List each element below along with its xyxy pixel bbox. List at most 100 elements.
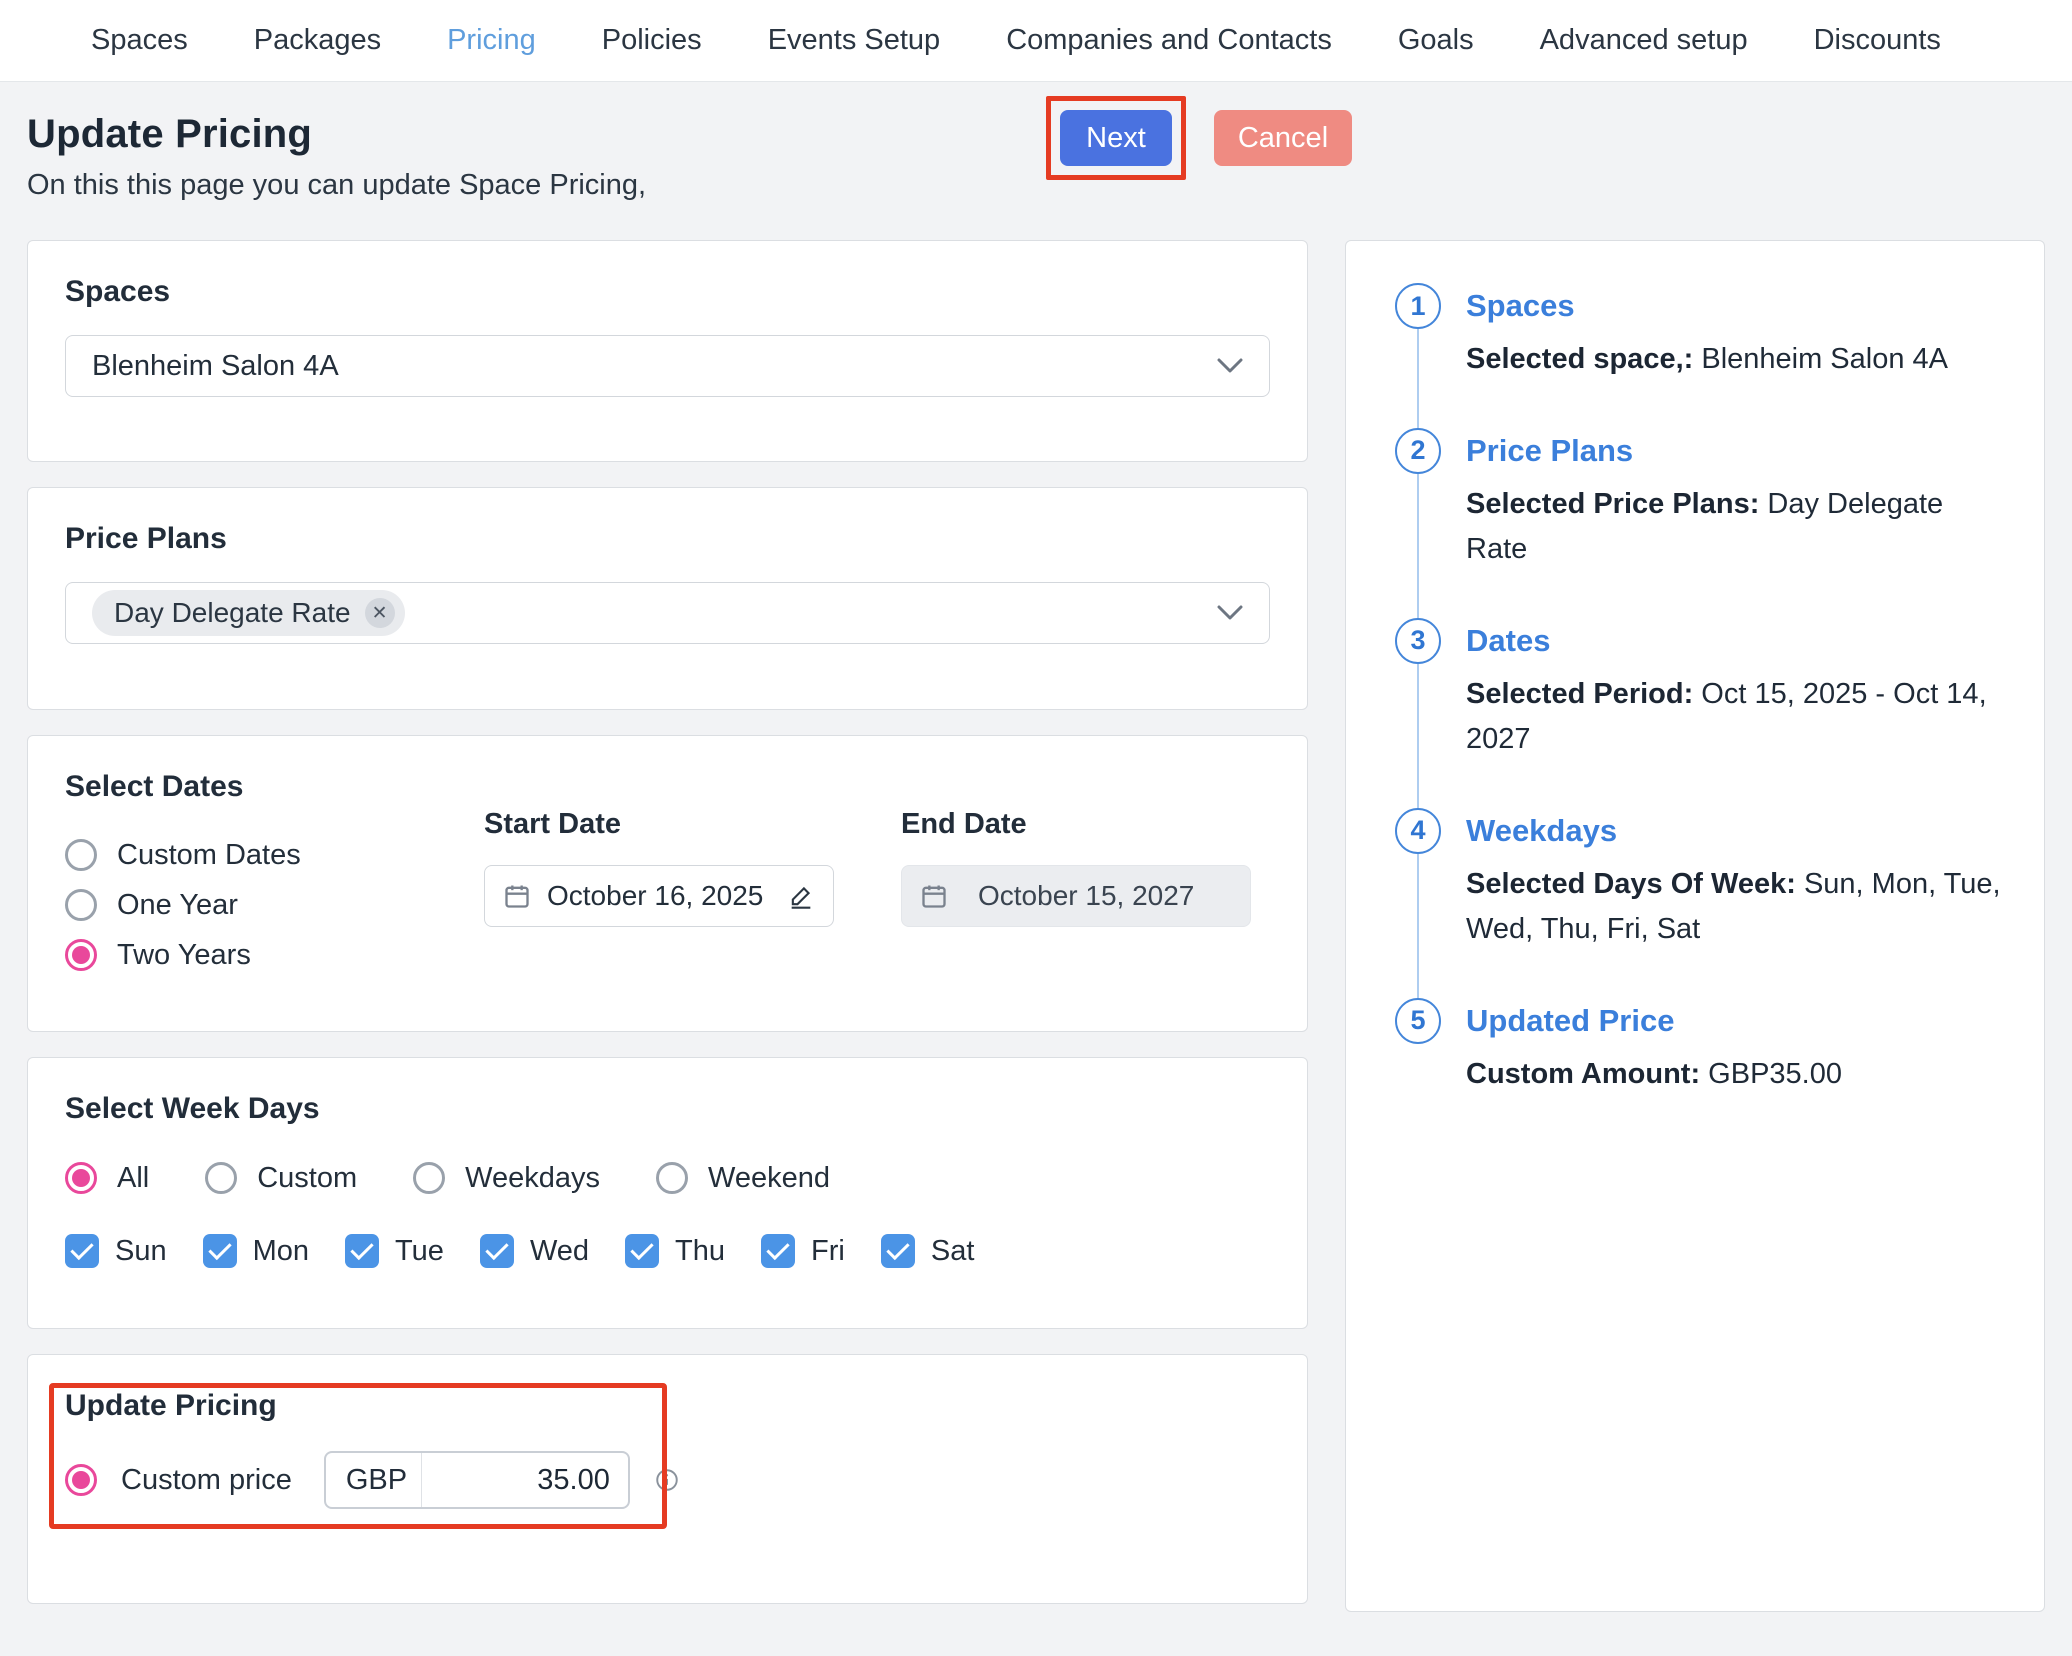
radio-custom-dates-label: Custom Dates [117, 839, 301, 872]
step-connector [1417, 664, 1419, 808]
step-title-spaces[interactable]: Spaces [1466, 283, 2010, 329]
step-connector [1417, 474, 1419, 618]
tab-companies-and-contacts[interactable]: Companies and Contacts [973, 24, 1365, 57]
price-plan-chip: Day Delegate Rate ✕ [92, 590, 405, 636]
step-text: Selected Days Of Week: Sun, Mon, Tue, We… [1466, 862, 2010, 952]
radio-two-years[interactable]: Two Years [65, 930, 1270, 980]
day-item-mon[interactable]: Mon [203, 1234, 309, 1268]
page-title: Update Pricing [27, 82, 2045, 157]
custom-price-label: Custom price [121, 1464, 292, 1497]
checkbox-sat[interactable] [881, 1234, 915, 1268]
start-date-label: Start Date [484, 808, 834, 841]
price-plans-select[interactable]: Day Delegate Rate ✕ [65, 582, 1270, 644]
checkbox-sat-label: Sat [931, 1235, 975, 1268]
price-input-group: GBP [324, 1451, 630, 1509]
step-text-value: GBP35.00 [1700, 1058, 1842, 1090]
day-item-sat[interactable]: Sat [881, 1234, 975, 1268]
info-icon[interactable] [654, 1467, 680, 1493]
start-date-block: Start Date October 16, 2025 [484, 808, 834, 927]
price-plans-card: Price Plans Day Delegate Rate ✕ [27, 487, 1308, 710]
radio-weekdays-control[interactable] [413, 1162, 445, 1194]
step-rail: 2 [1380, 428, 1456, 618]
day-item-sun[interactable]: Sun [65, 1234, 167, 1268]
custom-price-row: Custom price GBP [65, 1451, 1270, 1509]
step-number-badge: 3 [1395, 618, 1441, 664]
chevron-down-icon [1217, 605, 1243, 621]
radio-custom-control[interactable] [205, 1162, 237, 1194]
step-text-label: Selected Price Plans: [1466, 488, 1759, 520]
cancel-button[interactable]: Cancel [1214, 110, 1352, 166]
remove-chip-icon[interactable]: ✕ [365, 598, 395, 628]
summary-step-spaces: 1 Spaces Selected space,: Blenheim Salon… [1380, 283, 2010, 428]
step-title-dates[interactable]: Dates [1466, 618, 2010, 664]
select-week-days-title: Select Week Days [65, 1092, 1270, 1126]
spaces-card-title: Spaces [65, 275, 1270, 309]
checkbox-wed-label: Wed [530, 1235, 589, 1268]
end-date-label: End Date [901, 808, 1251, 841]
radio-one-year-control[interactable] [65, 889, 97, 921]
radio-two-years-label: Two Years [117, 939, 251, 972]
summary-step-weekdays: 4 Weekdays Selected Days Of Week: Sun, M… [1380, 808, 2010, 998]
radio-two-years-control[interactable] [65, 939, 97, 971]
day-item-wed[interactable]: Wed [480, 1234, 589, 1268]
day-item-fri[interactable]: Fri [761, 1234, 845, 1268]
step-title-updated-price[interactable]: Updated Price [1466, 998, 2010, 1044]
edit-icon[interactable] [787, 882, 815, 910]
step-body: Updated Price Custom Amount: GBP35.00 [1456, 998, 2010, 1097]
checkbox-thu[interactable] [625, 1234, 659, 1268]
tab-policies[interactable]: Policies [569, 24, 735, 57]
next-button[interactable]: Next [1060, 110, 1172, 166]
step-text-label: Selected Period: [1466, 678, 1693, 710]
tab-advanced-setup[interactable]: Advanced setup [1507, 24, 1781, 57]
radio-all-control[interactable] [65, 1162, 97, 1194]
step-connector [1417, 329, 1419, 428]
summary-step-price-plans: 2 Price Plans Selected Price Plans: Day … [1380, 428, 2010, 618]
day-item-tue[interactable]: Tue [345, 1234, 444, 1268]
tab-packages[interactable]: Packages [221, 24, 414, 57]
currency-label: GBP [326, 1453, 422, 1507]
tab-spaces[interactable]: Spaces [58, 24, 221, 57]
header-actions: Next Cancel [1046, 96, 1352, 180]
spaces-select[interactable]: Blenheim Salon 4A [65, 335, 1270, 397]
radio-weekend-control[interactable] [656, 1162, 688, 1194]
tab-events-setup[interactable]: Events Setup [735, 24, 974, 57]
start-date-field[interactable]: October 16, 2025 [484, 865, 834, 927]
price-plans-card-title: Price Plans [65, 522, 1270, 556]
step-text: Selected Period: Oct 15, 2025 - Oct 14, … [1466, 672, 2010, 762]
step-title-weekdays[interactable]: Weekdays [1466, 808, 2010, 854]
tab-goals[interactable]: Goals [1365, 24, 1507, 57]
radio-weekdays[interactable]: Weekdays [413, 1156, 600, 1200]
checkbox-fri-label: Fri [811, 1235, 845, 1268]
page-header: Update Pricing On this this page you can… [27, 82, 2045, 240]
step-number-badge: 5 [1395, 998, 1441, 1044]
radio-weekdays-label: Weekdays [465, 1162, 600, 1195]
radio-custom[interactable]: Custom [205, 1156, 357, 1200]
checkbox-mon[interactable] [203, 1234, 237, 1268]
step-body: Spaces Selected space,: Blenheim Salon 4… [1456, 283, 2010, 428]
custom-price-input[interactable] [422, 1463, 628, 1498]
step-rail: 3 [1380, 618, 1456, 808]
checkbox-fri[interactable] [761, 1234, 795, 1268]
checkbox-sun[interactable] [65, 1234, 99, 1268]
form-column: Spaces Blenheim Salon 4A Price Plans Day… [27, 240, 1308, 1604]
radio-custom-dates-control[interactable] [65, 839, 97, 871]
step-number-badge: 1 [1395, 283, 1441, 329]
tab-discounts[interactable]: Discounts [1781, 24, 1974, 57]
step-title-price-plans[interactable]: Price Plans [1466, 428, 2010, 474]
radio-custom-price[interactable] [65, 1464, 97, 1496]
step-text: Selected Price Plans: Day Delegate Rate [1466, 482, 2010, 572]
checkbox-wed[interactable] [480, 1234, 514, 1268]
spaces-card: Spaces Blenheim Salon 4A [27, 240, 1308, 462]
radio-all[interactable]: All [65, 1156, 149, 1200]
tab-pricing[interactable]: Pricing [414, 24, 569, 57]
end-date-block: End Date October 15, 2027 [901, 808, 1251, 927]
radio-weekend[interactable]: Weekend [656, 1156, 830, 1200]
content-columns: Spaces Blenheim Salon 4A Price Plans Day… [27, 240, 2045, 1612]
day-item-thu[interactable]: Thu [625, 1234, 725, 1268]
step-text-label: Selected space,: [1466, 343, 1693, 375]
radio-one-year-label: One Year [117, 889, 238, 922]
checkbox-tue-label: Tue [395, 1235, 444, 1268]
summary-step-dates: 3 Dates Selected Period: Oct 15, 2025 - … [1380, 618, 2010, 808]
price-plan-chip-label: Day Delegate Rate [114, 597, 351, 629]
checkbox-tue[interactable] [345, 1234, 379, 1268]
